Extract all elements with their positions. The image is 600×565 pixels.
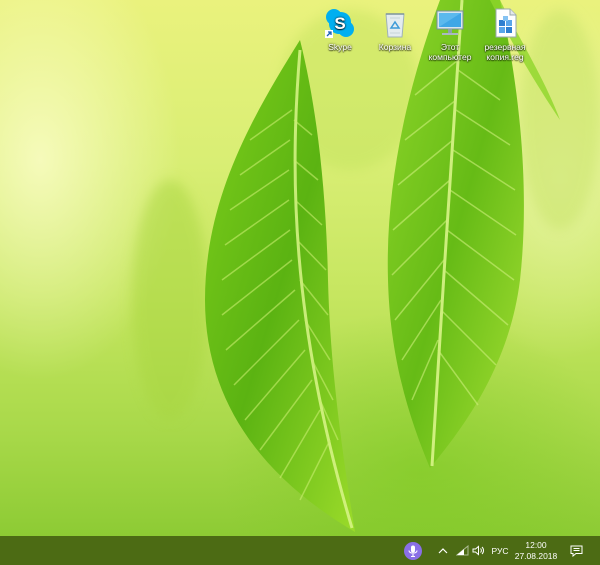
registry-file-icon: [488, 6, 522, 40]
desktop-icon-skype[interactable]: S Skype: [312, 6, 368, 52]
recycle-bin-icon: [378, 6, 412, 40]
desktop-icon-label: резервная копия.reg: [484, 42, 526, 62]
clock-date: 27.08.2018: [514, 550, 558, 561]
taskbar[interactable]: РУС 12:00 27.08.2018: [0, 536, 600, 565]
desktop-icon-label: Этот компьютер: [428, 42, 472, 62]
desktop-icon-recycle-bin[interactable]: Корзина: [367, 6, 423, 52]
desktop-icon-registry-file[interactable]: резервная копия.reg: [477, 6, 533, 62]
clock-time: 12:00: [525, 539, 547, 550]
desktop-icon-label: Корзина: [378, 42, 412, 52]
speaker-icon: [472, 545, 485, 556]
volume-button[interactable]: [470, 536, 486, 565]
wallpaper-leaves: [132, 0, 600, 532]
cortana-voice-button[interactable]: [402, 536, 424, 565]
show-hidden-icons-button[interactable]: [436, 536, 450, 565]
svg-text:S: S: [334, 14, 345, 33]
chevron-up-icon: [438, 547, 448, 554]
this-pc-icon: [433, 6, 467, 40]
skype-icon: S: [323, 6, 357, 40]
action-center-icon: [570, 545, 583, 557]
input-language-indicator[interactable]: РУС: [488, 536, 512, 565]
language-label: РУС: [491, 545, 509, 556]
clock-button[interactable]: 12:00 27.08.2018: [514, 536, 558, 565]
network-button[interactable]: [454, 536, 470, 565]
microphone-icon: [404, 541, 422, 560]
desktop-icon-this-pc[interactable]: Этот компьютер: [422, 6, 478, 62]
wifi-icon: [455, 545, 469, 556]
desktop[interactable]: S Skype Корзина Этот компьютер резервная…: [0, 0, 600, 536]
action-center-button[interactable]: [566, 536, 586, 565]
desktop-icon-label: Skype: [328, 42, 352, 52]
